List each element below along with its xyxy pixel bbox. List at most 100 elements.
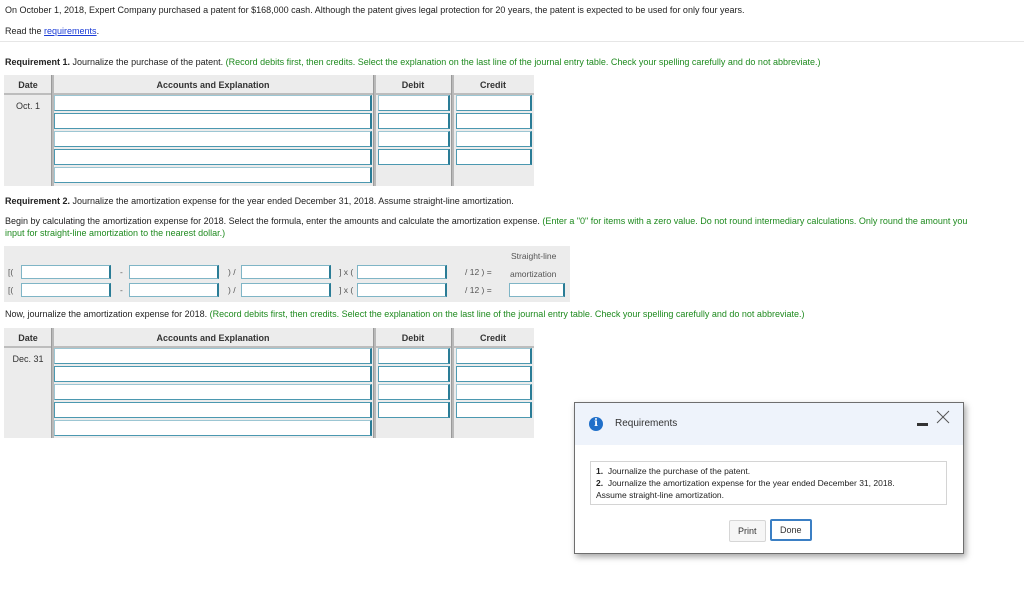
requirement-1-text: Journalize the purchase of the patent. <box>70 57 226 67</box>
debit-input[interactable] <box>378 95 450 111</box>
header-date: Date <box>18 80 38 90</box>
requirement-1-heading: Requirement 1. Journalize the purchase o… <box>5 57 820 68</box>
result-header-2: amortization <box>510 269 557 279</box>
credit-input[interactable] <box>456 113 532 129</box>
header-accounts: Accounts and Explanation <box>156 80 270 90</box>
requirement-item: 2. Journalize the amortization expense f… <box>596 477 941 489</box>
useful-life-input[interactable] <box>241 283 331 297</box>
requirement-item: 1. Journalize the purchase of the patent… <box>596 465 941 477</box>
multiply-sign: ] x ( <box>339 285 354 295</box>
requirement-2-text: Journalize the amortization expense for … <box>70 196 514 206</box>
amortization-formula: Straight-line amortization [( - ) / ] x ( / … <box>4 246 570 302</box>
journalize-instructions: Now, journalize the amortization expense… <box>5 309 804 320</box>
requirement-text: Journalize the amortization expense for … <box>607 478 895 488</box>
debit-input[interactable] <box>378 149 450 165</box>
now-instruction: (Record debits first, then credits. Sele… <box>209 309 805 319</box>
months-divisor: / 12 ) = <box>465 267 492 277</box>
months-divisor: / 12 ) = <box>465 285 492 295</box>
now-text: Now, journalize the amortization expense… <box>5 309 210 319</box>
useful-life-input[interactable] <box>241 265 331 279</box>
credit-input[interactable] <box>456 384 532 400</box>
begin-text: Begin by calculating the amortization ex… <box>5 216 543 226</box>
account-input[interactable] <box>54 384 372 400</box>
account-input[interactable] <box>54 402 372 418</box>
months-input[interactable] <box>357 283 447 297</box>
requirement-number: 2. <box>596 478 604 488</box>
account-input[interactable] <box>54 348 372 364</box>
amortization-result-input[interactable] <box>509 283 565 297</box>
credit-input[interactable] <box>456 149 532 165</box>
print-button[interactable]: Print <box>729 520 766 542</box>
account-input[interactable] <box>54 149 372 165</box>
column-separator <box>451 75 454 186</box>
debit-input[interactable] <box>378 348 450 364</box>
debit-input[interactable] <box>378 131 450 147</box>
cost-input[interactable] <box>21 283 111 297</box>
column-separator <box>373 75 376 186</box>
requirements-dialog: i Requirements 1. Journalize the purchas… <box>574 402 964 554</box>
debit-input[interactable] <box>378 402 450 418</box>
result-header-1: Straight-line <box>511 251 557 261</box>
account-input[interactable] <box>54 167 372 183</box>
open-bracket: [( <box>8 285 14 295</box>
read-prefix: Read the <box>5 26 45 36</box>
requirement-1-instruction: (Record debits first, then credits. Sele… <box>225 57 821 67</box>
months-input[interactable] <box>357 265 447 279</box>
entry-date: Oct. 1 <box>15 101 40 111</box>
account-input[interactable] <box>54 366 372 382</box>
read-suffix: . <box>96 26 100 36</box>
dialog-header: i Requirements <box>575 403 963 445</box>
requirement-text: Journalize the purchase of the patent. <box>607 466 751 476</box>
header-debit: Debit <box>401 80 425 90</box>
credit-input[interactable] <box>456 348 532 364</box>
header-debit: Debit <box>401 333 425 343</box>
minus-sign: - <box>120 285 123 295</box>
open-bracket: [( <box>8 267 14 277</box>
problem-statement: On October 1, 2018, Expert Company purch… <box>5 5 745 15</box>
dialog-title: Requirements <box>615 418 678 429</box>
credit-input[interactable] <box>456 95 532 111</box>
column-separator <box>451 328 454 438</box>
requirement-number: 1. <box>596 466 604 476</box>
credit-input[interactable] <box>456 402 532 418</box>
begin-instruction-cont: input for straight-line amortization to … <box>5 228 226 238</box>
calculation-instructions: Begin by calculating the amortization ex… <box>5 216 967 227</box>
header-date: Date <box>18 333 38 343</box>
divide-sign: ) / <box>228 285 236 295</box>
info-icon: i <box>589 417 603 431</box>
debit-input[interactable] <box>378 366 450 382</box>
journal-table-purchase: Date Accounts and Explanation Debit Credit O… <box>4 75 534 186</box>
requirements-link[interactable]: requirements <box>44 26 97 36</box>
header-credit: Credit <box>479 333 506 343</box>
header-accounts: Accounts and Explanation <box>156 333 270 343</box>
divide-sign: ) / <box>228 267 236 277</box>
requirement-2-label: Requirement 2. <box>5 196 71 206</box>
account-input[interactable] <box>54 420 372 436</box>
requirement-1-label: Requirement 1. <box>5 57 71 67</box>
debit-input[interactable] <box>378 384 450 400</box>
account-input[interactable] <box>54 131 372 147</box>
multiply-sign: ] x ( <box>339 267 354 277</box>
journal-table-amortization: Date Accounts and Explanation Debit Credit D… <box>4 328 534 438</box>
begin-instruction: (Enter a "0" for items with a zero value… <box>542 216 968 226</box>
entry-date: Dec. 31 <box>12 354 44 364</box>
divider <box>0 41 1024 42</box>
requirement-2-heading: Requirement 2. Journalize the amortizati… <box>5 196 514 207</box>
minus-sign: - <box>120 267 123 277</box>
residual-value-input[interactable] <box>129 265 219 279</box>
minimize-icon[interactable] <box>917 423 928 426</box>
requirement-item-cont: Assume straight-line amortization. <box>596 490 725 500</box>
header-credit: Credit <box>479 80 506 90</box>
residual-value-input[interactable] <box>129 283 219 297</box>
cost-input[interactable] <box>21 265 111 279</box>
done-button[interactable]: Done <box>770 519 812 541</box>
account-input[interactable] <box>54 113 372 129</box>
debit-input[interactable] <box>378 113 450 129</box>
credit-input[interactable] <box>456 366 532 382</box>
close-icon[interactable] <box>935 409 951 425</box>
requirements-list: 1. Journalize the purchase of the patent… <box>590 461 947 505</box>
account-input[interactable] <box>54 95 372 111</box>
read-requirements-line: Read the requirements. <box>5 26 99 37</box>
credit-input[interactable] <box>456 131 532 147</box>
column-separator <box>373 328 376 438</box>
